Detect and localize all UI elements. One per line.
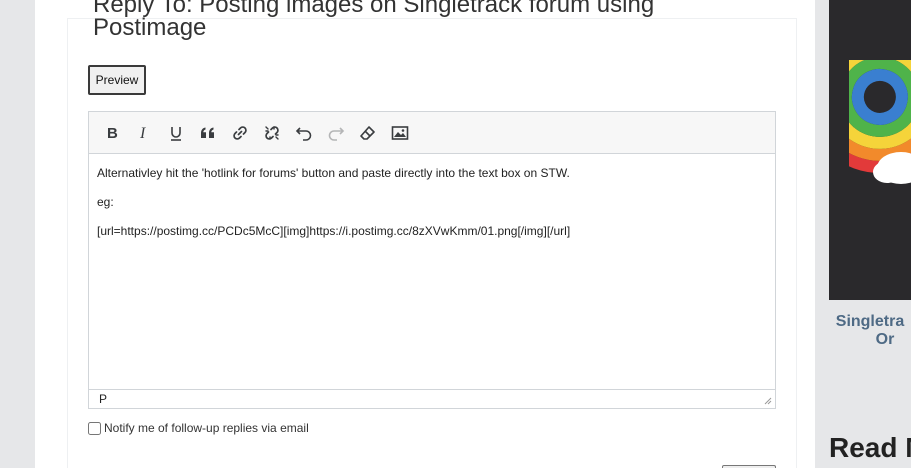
read-more-heading: Read M	[829, 432, 911, 463]
sidebar-image[interactable]	[829, 0, 911, 300]
rich-text-editor: B I Alternativley hit the 'hotlink for f…	[88, 111, 776, 409]
sidebar-caption-line: Singletra	[835, 313, 905, 330]
editor-line: Alternativley hit the 'hotlink for forum…	[97, 166, 570, 180]
redo-icon	[328, 126, 345, 141]
notify-checkbox[interactable]	[88, 421, 101, 435]
underline-button[interactable]	[160, 117, 192, 149]
notify-label: Notify me of follow-up replies via email	[104, 421, 309, 435]
editor-toolbar: B I	[89, 112, 775, 154]
preview-button[interactable]: Preview	[88, 65, 146, 95]
svg-text:B: B	[107, 125, 118, 142]
italic-icon: I	[139, 125, 146, 142]
unlink-icon	[265, 125, 279, 140]
clear-formatting-button[interactable]	[352, 117, 384, 149]
eraser-icon	[360, 125, 375, 140]
undo-icon	[295, 126, 312, 141]
editor-content-area[interactable]: Alternativley hit the 'hotlink for forum…	[89, 154, 775, 389]
editor-line: eg:	[97, 195, 114, 209]
blockquote-button[interactable]	[192, 117, 224, 149]
quote-icon	[201, 127, 214, 138]
notify-option[interactable]: Notify me of follow-up replies via email	[88, 421, 309, 435]
resize-handle-icon[interactable]	[762, 395, 772, 405]
insert-image-button[interactable]	[384, 117, 416, 149]
underline-icon	[171, 126, 181, 141]
image-icon	[391, 125, 409, 140]
sidebar-caption-link[interactable]: Singletra Or	[829, 313, 911, 349]
element-path[interactable]: P	[99, 392, 107, 406]
rainbow-graphic	[829, 0, 911, 300]
unlink-button[interactable]	[256, 117, 288, 149]
page-title: Reply To: Posting images on Singletrack …	[93, 0, 655, 41]
page: Reply To: Posting images on Singletrack …	[0, 0, 911, 468]
svg-text:I: I	[139, 125, 146, 142]
bold-button[interactable]: B	[96, 117, 128, 149]
link-button[interactable]	[224, 117, 256, 149]
editor-statusbar: P	[89, 389, 775, 408]
bold-icon: B	[107, 125, 118, 142]
italic-button[interactable]: I	[128, 117, 160, 149]
link-icon	[233, 125, 247, 140]
redo-button[interactable]	[320, 117, 352, 149]
sidebar-caption-line: Or	[875, 331, 895, 348]
undo-button[interactable]	[288, 117, 320, 149]
editor-line: [url=https://postimg.cc/PCDc5McC][img]ht…	[97, 224, 571, 238]
